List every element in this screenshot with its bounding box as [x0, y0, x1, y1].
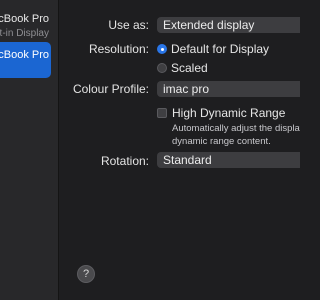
radio-unselected-icon	[157, 63, 167, 73]
device-subtitle: Built-in Display	[0, 28, 49, 38]
display-sidebar: MacBook Pro Built-in Display MacBook Pro	[0, 0, 59, 300]
displays-settings-window: MacBook Pro Built-in Display MacBook Pro…	[0, 0, 300, 300]
help-icon[interactable]: ?	[77, 265, 95, 283]
resolution-label: Resolution:	[88, 42, 149, 56]
use-as-popup[interactable]: Extended display	[157, 17, 300, 33]
colour-profile-label: Colour Profile:	[72, 82, 149, 96]
rotation-popup[interactable]: Standard	[157, 152, 300, 168]
resolution-option-label: Default for Display	[171, 42, 270, 56]
hdr-description-line: Automatically adjust the display to show…	[172, 123, 300, 134]
use-as-label: Use as:	[108, 18, 149, 32]
resolution-option-label: Scaled	[171, 61, 208, 75]
sidebar-item-built-in-display[interactable]: MacBook Pro Built-in Display	[0, 8, 51, 38]
device-name: MacBook Pro	[0, 49, 49, 61]
resolution-option-default[interactable]: Default for Display	[157, 42, 269, 56]
sidebar-item-selected-display[interactable]: MacBook Pro	[0, 42, 51, 78]
hdr-checkbox-row[interactable]: High Dynamic Range	[157, 106, 285, 120]
hdr-checkbox[interactable]	[157, 108, 167, 118]
colour-profile-popup[interactable]: imac pro	[157, 81, 300, 97]
rotation-label: Rotation:	[100, 154, 149, 168]
resolution-option-scaled[interactable]: Scaled	[157, 61, 208, 75]
hdr-description-line: dynamic range content.	[172, 136, 271, 147]
device-name: MacBook Pro	[0, 13, 49, 25]
radio-selected-icon	[157, 44, 167, 54]
hdr-description: Automatically adjust the display to show…	[172, 122, 300, 148]
hdr-label: High Dynamic Range	[172, 106, 286, 120]
